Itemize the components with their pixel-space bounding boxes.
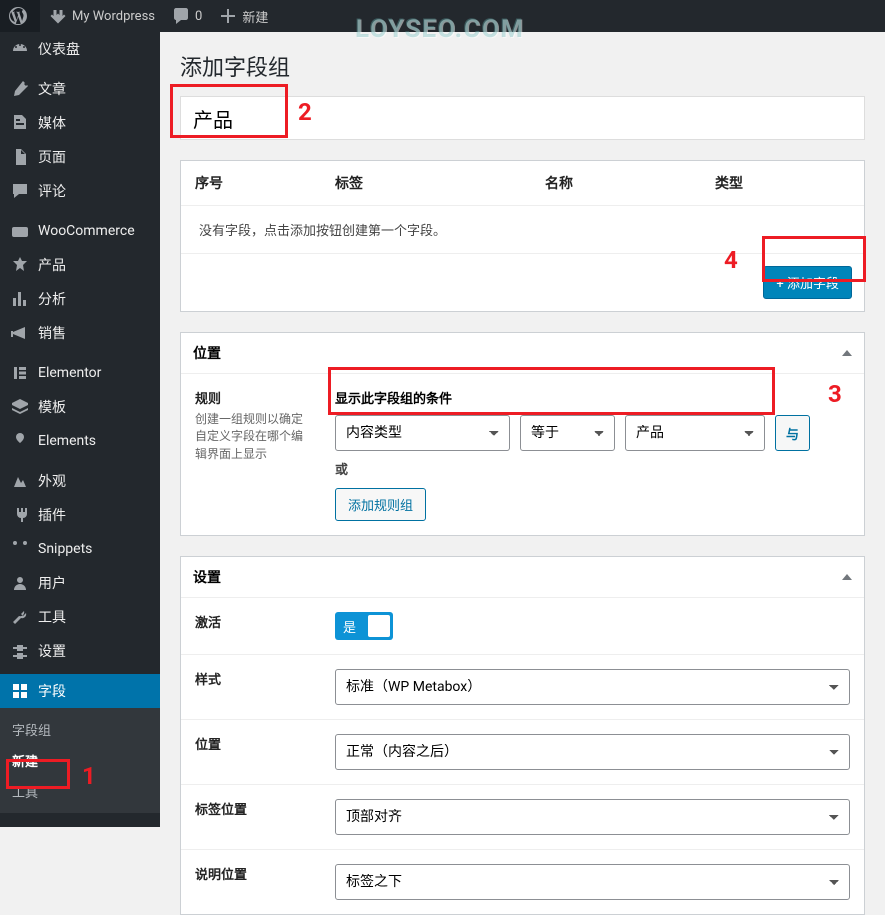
menu-templates[interactable]: 模板	[0, 390, 160, 424]
col-type: 类型	[701, 161, 864, 205]
comments-count: 0	[195, 9, 202, 24]
empty-message: 没有字段，点击添加按钮创建第一个字段。	[181, 206, 864, 253]
menu-appearance[interactable]: 外观	[0, 464, 160, 498]
position-label: 位置	[195, 734, 307, 753]
annotation-1: 1	[82, 762, 96, 790]
site-name: My Wordpress	[72, 9, 155, 24]
menu-label: 产品	[38, 255, 66, 275]
menu-label: 工具	[38, 607, 66, 627]
toggle-text: 是	[343, 617, 356, 636]
site-link[interactable]: My Wordpress	[40, 0, 163, 32]
field-group-title-input[interactable]	[180, 96, 865, 140]
menu-label: 评论	[38, 181, 66, 201]
collapse-icon[interactable]	[842, 350, 852, 356]
menu-elements[interactable]: Elements	[0, 424, 160, 458]
settings-card: 设置 激活 是 样式 标准（WP Metabox） 位置 正常（内容之后） 标签…	[180, 556, 865, 915]
menu-label: 分析	[38, 289, 66, 309]
menu-label: Snippets	[38, 541, 92, 557]
fields-card: 序号 标签 名称 类型 没有字段，点击添加按钮创建第一个字段。 + 添加字段	[180, 160, 865, 312]
location-card: 位置 规则 创建一组规则以确定自定义字段在哪个编辑界面上显示 显示此字段组的条件…	[180, 332, 865, 536]
menu-label: WooCommerce	[38, 223, 135, 239]
rule-head: 显示此字段组的条件	[335, 388, 850, 407]
add-rule-group-button[interactable]: 添加规则组	[335, 488, 426, 521]
menu-products[interactable]: 产品	[0, 248, 160, 282]
content-area: 添加字段组 序号 标签 名称 类型 没有字段，点击添加按钮创建第一个字段。 + …	[160, 32, 885, 915]
label-position-label: 标签位置	[195, 799, 307, 818]
fields-table-head: 序号 标签 名称 类型	[181, 161, 864, 206]
or-label: 或	[335, 459, 850, 478]
menu-tools[interactable]: 工具	[0, 600, 160, 634]
menu-elementor[interactable]: Elementor	[0, 356, 160, 390]
collapse-icon[interactable]	[842, 574, 852, 580]
active-toggle[interactable]: 是	[335, 612, 393, 640]
menu-comments[interactable]: 评论	[0, 174, 160, 208]
menu-label: 仪表盘	[38, 39, 80, 59]
sub-tools[interactable]: 工具	[0, 776, 160, 807]
menu-posts[interactable]: 文章	[0, 72, 160, 106]
menu-users[interactable]: 用户	[0, 566, 160, 600]
menu-plugins[interactable]: 插件	[0, 498, 160, 532]
annotation-3: 3	[828, 380, 842, 408]
menu-label: 页面	[38, 147, 66, 167]
menu-label: Elements	[38, 433, 96, 449]
menu-dashboard[interactable]: 仪表盘	[0, 32, 160, 66]
active-label: 激活	[195, 612, 307, 631]
add-field-button[interactable]: + 添加字段	[763, 266, 852, 299]
menu-snippets[interactable]: Snippets	[0, 532, 160, 566]
position-select[interactable]: 正常（内容之后）	[335, 734, 850, 770]
comments-link[interactable]: 0	[163, 0, 210, 32]
location-title: 位置	[193, 343, 221, 363]
menu-media[interactable]: 媒体	[0, 106, 160, 140]
rule-value-select[interactable]: 产品	[625, 415, 765, 451]
menu-label: 外观	[38, 471, 66, 491]
rule-param-select[interactable]: 内容类型	[335, 415, 510, 451]
wp-logo[interactable]	[0, 0, 40, 32]
admin-toolbar: My Wordpress 0 新建	[0, 0, 885, 32]
rules-desc: 创建一组规则以确定自定义字段在哪个编辑界面上显示	[195, 412, 303, 461]
col-name: 名称	[531, 161, 701, 205]
annotation-2: 2	[298, 98, 312, 126]
menu-analytics[interactable]: 分析	[0, 282, 160, 316]
fields-submenu: 字段组 新建 工具	[0, 708, 160, 813]
style-label: 样式	[195, 669, 307, 688]
menu-label: 媒体	[38, 113, 66, 133]
style-select[interactable]: 标准（WP Metabox）	[335, 669, 850, 705]
menu-marketing[interactable]: 销售	[0, 316, 160, 350]
add-and-button[interactable]: 与	[775, 415, 810, 451]
col-label: 标签	[321, 161, 531, 205]
menu-pages[interactable]: 页面	[0, 140, 160, 174]
annotation-4: 4	[724, 246, 738, 274]
menu-label: 模板	[38, 397, 66, 417]
rule-operator-select[interactable]: 等于	[520, 415, 615, 451]
settings-title: 设置	[193, 567, 221, 587]
label-position-select[interactable]: 顶部对齐	[335, 799, 850, 835]
new-link[interactable]: 新建	[210, 0, 276, 32]
instruction-position-label: 说明位置	[195, 864, 307, 883]
menu-label: 设置	[38, 641, 66, 661]
new-label: 新建	[242, 7, 268, 26]
menu-label: Elementor	[38, 365, 101, 381]
admin-sidebar: 仪表盘 文章 媒体 页面 评论 WooCommerce 产品 分析 销售 Ele…	[0, 32, 160, 827]
menu-fields[interactable]: 字段	[0, 674, 160, 708]
page-title: 添加字段组	[180, 50, 865, 82]
instruction-position-select[interactable]: 标签之下	[335, 864, 850, 900]
rules-label: 规则	[195, 388, 307, 407]
menu-label: 销售	[38, 323, 66, 343]
menu-settings[interactable]: 设置	[0, 634, 160, 668]
sub-field-groups[interactable]: 字段组	[0, 714, 160, 745]
menu-label: 用户	[38, 573, 66, 593]
sub-add-new[interactable]: 新建	[0, 745, 160, 776]
menu-label: 插件	[38, 505, 66, 525]
menu-woocommerce[interactable]: WooCommerce	[0, 214, 160, 248]
menu-label: 字段	[38, 681, 66, 701]
menu-label: 文章	[38, 79, 66, 99]
col-order: 序号	[181, 161, 321, 205]
